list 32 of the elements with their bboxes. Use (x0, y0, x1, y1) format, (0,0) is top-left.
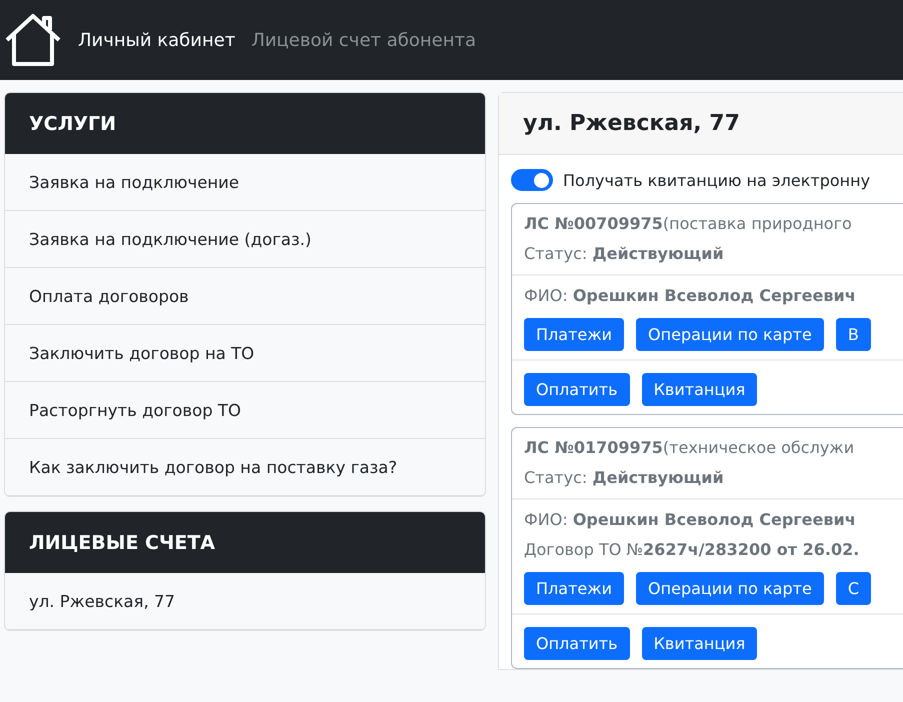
card-title: ЛИЦЕВЫЕ СЧЕТА (5, 512, 485, 573)
account-button[interactable]: В (836, 318, 871, 351)
service-link[interactable]: Оплата договоров (5, 268, 485, 325)
account-detail: ФИО: Орешкин Всеволод Сергеевич (524, 285, 856, 307)
account-button[interactable]: С (836, 572, 871, 605)
account-heading: ЛС №00709975(поставка природного (524, 213, 852, 235)
action-button[interactable]: Оплатить (524, 373, 630, 406)
receipt-toggle[interactable] (511, 169, 553, 191)
account-status: Статус: Действующий (524, 243, 724, 265)
service-link[interactable]: Заключить договор на ТО (5, 325, 485, 382)
account-button[interactable]: Платежи (524, 572, 624, 605)
account-status: Статус: Действующий (524, 467, 724, 489)
action-button[interactable]: Квитанция (642, 373, 758, 406)
account-button[interactable]: Операции по карте (636, 318, 824, 351)
action-button[interactable]: Оплатить (524, 627, 630, 660)
account-button[interactable]: Операции по карте (636, 572, 824, 605)
service-link[interactable]: Заявка на подключение (5, 154, 485, 211)
account-detail: Договор ТО №2627ч/283200 от 26.02. (524, 539, 860, 561)
action-button[interactable]: Квитанция (642, 627, 758, 660)
service-link[interactable]: Как заключить договор на поставку газа? (5, 439, 485, 496)
nav-link[interactable]: Личный кабинет (78, 30, 236, 50)
card-title: УСЛУГИ (5, 93, 485, 154)
service-link[interactable]: Заявка на подключение (догаз.) (5, 211, 485, 268)
toggle-label: Получать квитанцию на электронну (563, 170, 870, 190)
panel-title: ул. Ржевская, 77 (499, 93, 903, 155)
account-heading: ЛС №01709975(техническое обслужи (524, 437, 854, 459)
account-link[interactable]: ул. Ржевская, 77 (5, 573, 485, 630)
account-button[interactable]: Платежи (524, 318, 624, 351)
house-icon[interactable] (4, 13, 62, 67)
nav-link[interactable]: Лицевой счет абонента (251, 30, 476, 50)
service-link[interactable]: Расторгнуть договор ТО (5, 382, 485, 439)
account-detail: ФИО: Орешкин Всеволод Сергеевич (524, 509, 856, 531)
